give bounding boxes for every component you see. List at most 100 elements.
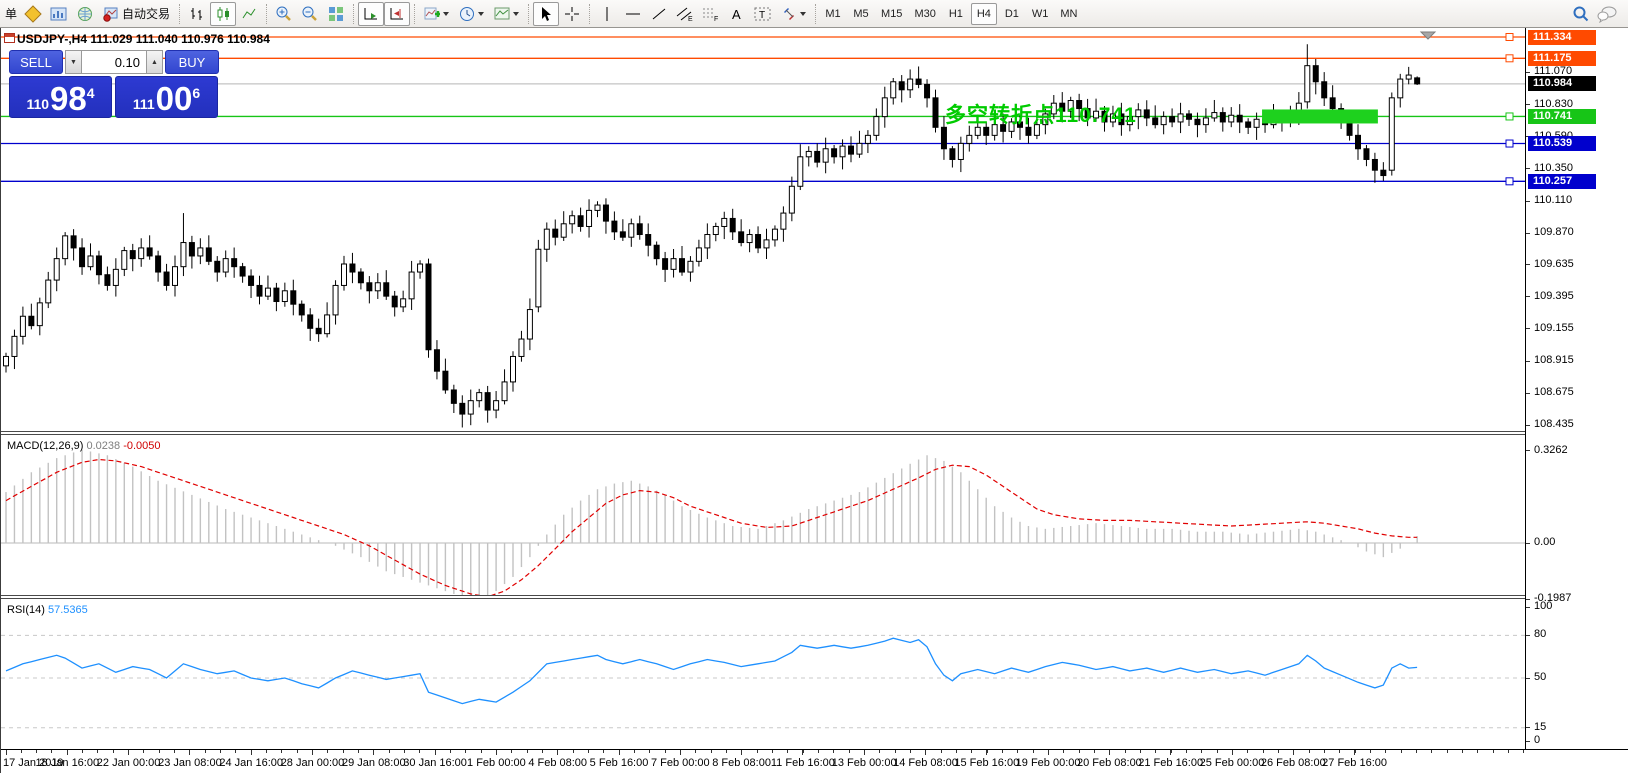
equidistant-channel-tool[interactable]: E [672,2,698,26]
bar-chart-button[interactable] [184,2,210,26]
candlestick-icon [215,6,231,22]
volume-decrease-button[interactable]: ▼ [65,50,82,74]
periods-button[interactable] [454,2,489,26]
tf-D1[interactable]: D1 [999,3,1025,25]
fibonacci-icon: F [702,6,720,22]
price-tick-label: 110.110 [1534,194,1572,206]
arrows-tool[interactable] [776,2,811,26]
turning-point-annotation[interactable]: 多空转折点110.741 [945,99,1137,129]
chart-shift-marker[interactable] [1421,32,1435,39]
time-minor-tick [971,750,972,753]
rsi-value: 57.5365 [48,604,88,616]
time-label: 8 Feb 08:00 [712,757,771,769]
time-minor-tick [1201,750,1202,753]
vertical-line-tool[interactable] [594,2,620,26]
search-button[interactable] [1568,2,1594,26]
autotrade-button[interactable]: 自动交易 [98,2,175,26]
toolbar-grip [414,4,415,24]
cursor-icon [539,6,553,22]
community-chat-button[interactable] [1594,2,1620,26]
zoom-out-icon [301,5,319,23]
line-chart-button[interactable] [236,2,262,26]
volume-input[interactable] [82,50,146,74]
time-minor-tick [879,750,880,753]
time-minor-tick [757,750,758,753]
price-tick-label: 108.915 [1534,354,1574,366]
time-minor-tick [818,750,819,753]
indicators-button[interactable] [419,2,454,26]
rsi-canvas[interactable] [1,599,1525,749]
chart-shift-button[interactable] [384,2,410,26]
time-minor-tick [1017,750,1018,753]
time-axis[interactable]: 17 Jan 201918 Jan 16:0022 Jan 00:0023 Ja… [1,749,1628,773]
charts-window-icon [50,6,68,22]
line-handle[interactable] [1506,178,1513,185]
line-handle[interactable] [1506,113,1513,120]
time-minor-tick [787,750,788,753]
new-order-icon[interactable] [20,2,46,26]
buy-button[interactable]: BUY [165,50,219,74]
sell-button[interactable]: SELL [9,50,63,74]
time-minor-tick [51,750,52,753]
buy-price-tile[interactable]: 111 00 6 [115,76,218,118]
time-major-tick [925,750,926,755]
axis-tick [1526,393,1530,394]
sell-price-small: 110 [26,94,49,114]
fibonacci-tool[interactable]: F [698,2,724,26]
market-watch-icon[interactable] [46,2,72,26]
time-minor-tick [450,750,451,753]
tile-windows-button[interactable] [323,2,349,26]
one-click-trading-panel: SELL ▼ ▲ BUY 110 98 4 111 00 6 [9,50,219,118]
volume-increase-button[interactable]: ▲ [146,50,163,74]
rsi-tick-label: 100 [1534,600,1552,612]
trendline-tool[interactable] [646,2,672,26]
tf-M30[interactable]: M30 [909,3,940,25]
macd-tick-label: 0.00 [1534,536,1555,548]
tf-W1[interactable]: W1 [1027,3,1054,25]
line-handle[interactable] [1506,55,1513,62]
horizontal-line-tool[interactable] [620,2,646,26]
axis-tick [1526,104,1530,105]
zoom-out-button[interactable] [297,2,323,26]
candlestick-chart-button[interactable] [210,2,236,26]
text-tool[interactable]: A [724,2,750,26]
time-minor-tick [527,750,528,753]
green-zone-rect[interactable] [1262,109,1378,123]
tf-M5[interactable]: M5 [848,3,874,25]
time-minor-tick [82,750,83,753]
main-price-pane[interactable] [1,28,1525,431]
tf-H4[interactable]: H4 [971,3,997,25]
chevron-down-icon [800,12,806,16]
axis-tick [1526,168,1530,169]
sell-price-tile[interactable]: 110 98 4 [9,76,112,118]
axis-tick [1526,296,1530,297]
line-handle[interactable] [1506,140,1513,147]
navigator-icon[interactable] [72,2,98,26]
tf-M1[interactable]: M1 [820,3,846,25]
time-minor-tick [711,750,712,753]
time-minor-tick [1217,750,1218,753]
time-major-tick [435,750,436,755]
globe-icon [76,6,94,22]
time-label: 1 Feb 00:00 [467,757,526,769]
tf-H1[interactable]: H1 [943,3,969,25]
order-text-fragment[interactable]: 单 [2,5,20,22]
sell-price-sup: 4 [87,85,95,101]
chart-system-icon[interactable] [4,33,15,43]
main-chart-canvas[interactable] [1,28,1525,431]
templates-button[interactable] [489,2,524,26]
tf-MN[interactable]: MN [1055,3,1082,25]
tf-M15[interactable]: M15 [876,3,907,25]
macd-canvas[interactable] [1,435,1525,595]
auto-scroll-button[interactable] [358,2,384,26]
rsi-pane[interactable] [1,599,1525,749]
line-handle[interactable] [1506,34,1513,41]
text-label-tool[interactable]: T [750,2,776,26]
zoom-in-button[interactable] [271,2,297,26]
cursor-button[interactable] [533,2,559,26]
time-label: 27 Feb 16:00 [1322,757,1387,769]
price-axis[interactable]: 111.070110.830110.590110.350110.110109.8… [1525,28,1628,749]
macd-pane[interactable] [1,435,1525,595]
time-minor-tick [1094,750,1095,753]
crosshair-button[interactable] [559,2,585,26]
